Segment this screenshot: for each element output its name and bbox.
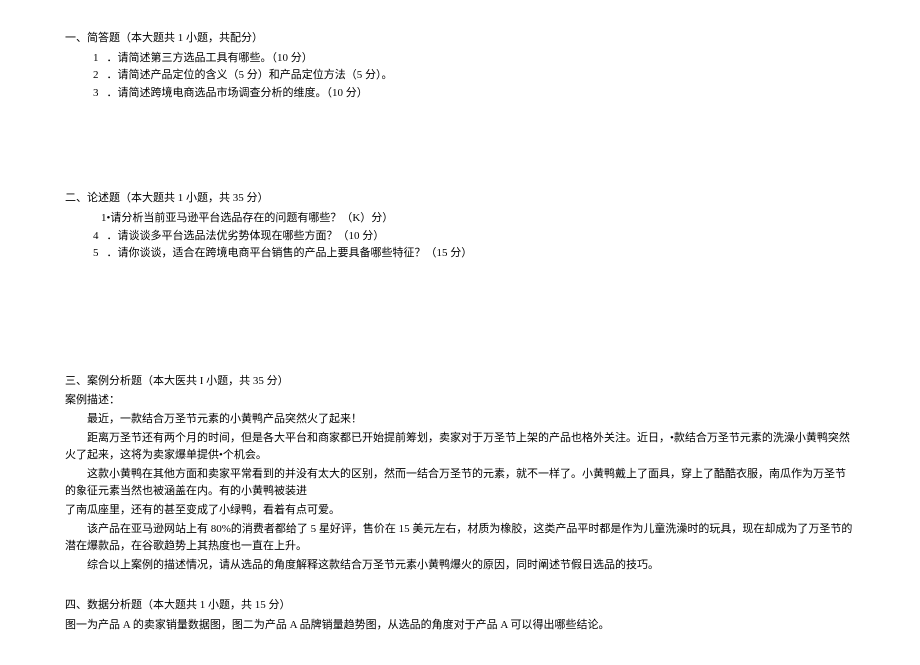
section-1-questions: 1 ．请简述第三方选品工具有哪些。（10 分） 2 ．请简述产品定位的含义（5 分）…: [65, 50, 855, 103]
case-paragraph: 综合以上案例的描述情况，请从选品的角度解释这款结合万圣节元素小黄鸭爆火的原因，同…: [65, 557, 855, 575]
section-3-heading: 三、案例分析题（本大医共 I 小题，共 35 分）: [65, 373, 855, 391]
question-item: 5 ．请你谈谈，适合在跨境电商平台销售的产品上要具备哪些特征？（15 分）: [93, 245, 855, 263]
question-number: 3: [93, 85, 99, 103]
case-paragraph: 最近，一款结合万圣节元素的小黄鸭产品突然火了起来！: [65, 411, 855, 429]
case-description-label: 案例描述：: [65, 392, 855, 410]
section-2-questions: 1•请分析当前亚马逊平台选品存在的问题有哪些？（K）分） 4 ．请谈谈多平台选品法…: [65, 210, 855, 263]
question-item: 4 ．请谈谈多平台选品法优劣势体现在哪些方面？（10 分）: [93, 228, 855, 246]
question-number: 5: [93, 245, 99, 263]
question-text: 1•请分析当前亚马逊平台选品存在的问题有哪些？（K）分）: [101, 212, 393, 224]
section-2-heading: 二、论述题（本大题共 1 小题，共 35 分）: [65, 190, 855, 208]
question-item: 1 ．请简述第三方选品工具有哪些。（10 分）: [93, 50, 855, 68]
case-paragraph: 了南瓜座里，还有的甚至变成了小绿鸭，看着有点可爱。: [65, 502, 855, 520]
spacer: [65, 102, 855, 190]
question-text: ．请简述第三方选品工具有哪些。（10 分）: [107, 52, 313, 64]
question-item: 2 ．请简述产品定位的含义（5 分）和产品定位方法（5 分）。: [93, 67, 855, 85]
question-number: 2: [93, 67, 99, 85]
question-text: ．请简述产品定位的含义（5 分）和产品定位方法（5 分）。: [107, 69, 393, 81]
question-item: 1•请分析当前亚马逊平台选品存在的问题有哪些？（K）分）: [93, 210, 855, 228]
case-paragraph: 该产品在亚马逊网站上有 80%的消费者都给了 5 星好评，售价在 15 美元左右…: [65, 521, 855, 556]
question-text: ．请谈谈多平台选品法优劣势体现在哪些方面？（10 分）: [107, 230, 385, 242]
section-4-description: 图一为产品 A 的卖家销量数据图，图二为产品 A 品牌销量趋势图，从选品的角度对…: [65, 617, 855, 635]
case-paragraph: 这款小黄鸭在其他方面和卖家平常看到的并没有太大的区别，然而一结合万圣节的元素，就…: [65, 466, 855, 501]
section-4-heading: 四、数据分析题（本大题共 1 小题，共 15 分）: [65, 597, 855, 615]
question-number: 4: [93, 228, 99, 246]
question-number: 1: [93, 50, 99, 68]
question-text: ．请简述跨境电商选品市场调查分析的维度。（10 分）: [107, 87, 368, 99]
spacer: [65, 575, 855, 597]
spacer: [65, 263, 855, 373]
question-text: ．请你谈谈，适合在跨境电商平台销售的产品上要具备哪些特征？（15 分）: [107, 247, 473, 259]
question-item: 3 ．请简述跨境电商选品市场调查分析的维度。（10 分）: [93, 85, 855, 103]
section-1-heading: 一、简答题（本大题共 1 小题，共配分）: [65, 30, 855, 48]
case-paragraph: 距离万圣节还有两个月的时间，但是各大平台和商家都已开始提前筹划，卖家对于万圣节上…: [65, 430, 855, 465]
